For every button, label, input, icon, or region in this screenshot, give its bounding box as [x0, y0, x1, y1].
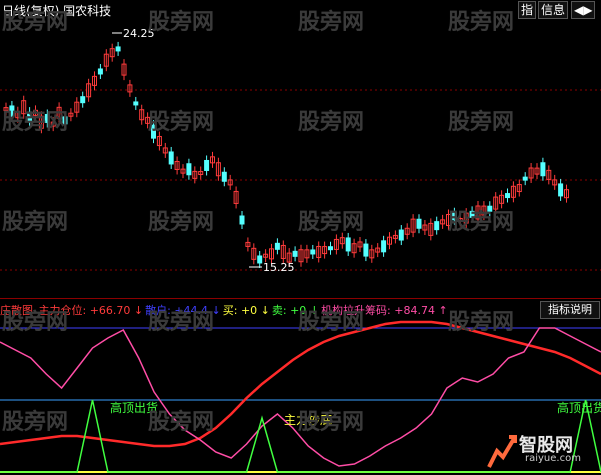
candle — [351, 238, 357, 258]
candle — [404, 223, 410, 240]
candle — [97, 63, 103, 79]
watermark: 股旁网 — [148, 210, 215, 235]
watermark: 股旁网 — [148, 310, 215, 335]
candle — [416, 214, 422, 234]
candle — [274, 238, 280, 255]
candle — [510, 181, 516, 203]
candle — [174, 156, 180, 175]
watermark: 股旁网 — [298, 310, 365, 335]
watermark: 股旁网 — [448, 10, 515, 35]
watermark: 股旁网 — [2, 10, 69, 35]
candle — [534, 163, 540, 180]
candle — [398, 225, 404, 246]
candle — [363, 239, 369, 262]
candle — [251, 243, 257, 265]
candle — [210, 151, 215, 168]
candle — [298, 244, 304, 267]
watermark: 股旁网 — [448, 310, 515, 335]
candle — [505, 188, 510, 203]
logo-subtext: raiyue.com — [525, 453, 581, 464]
candle — [375, 243, 381, 258]
candle — [215, 157, 221, 181]
candle — [133, 96, 139, 110]
candle — [74, 97, 80, 118]
candle — [127, 79, 133, 97]
watermark: 股旁网 — [448, 210, 515, 235]
indicator-item: 买: +0 ↓ — [222, 304, 270, 317]
candle — [115, 41, 121, 56]
candle — [168, 146, 174, 169]
candle — [80, 91, 86, 108]
candle — [516, 179, 522, 197]
candle — [92, 71, 97, 91]
watermark: 股旁网 — [448, 110, 515, 135]
candle — [440, 214, 446, 229]
candle — [564, 184, 569, 203]
candle — [304, 244, 310, 263]
candle — [428, 218, 434, 241]
price-chart[interactable]: 24.25 15.25 — [0, 18, 601, 298]
candle — [162, 142, 168, 158]
candle — [121, 59, 127, 81]
annotation-top-sell-2: 高顶出货 — [557, 400, 601, 415]
candle — [410, 214, 416, 238]
indicator-button[interactable]: 指 — [518, 1, 537, 19]
candle — [221, 167, 227, 187]
candle — [68, 108, 74, 122]
candle — [552, 174, 558, 190]
candle — [546, 165, 552, 185]
watermark: 股旁网 — [298, 410, 365, 435]
candle — [139, 104, 145, 125]
watermark: 股旁网 — [148, 410, 215, 435]
candle — [186, 158, 192, 180]
indicator-help-button[interactable]: 指标说明 — [540, 301, 600, 319]
candle — [322, 241, 328, 259]
candle — [204, 155, 210, 176]
candle — [239, 211, 245, 229]
candle — [245, 237, 251, 252]
candle — [198, 166, 204, 180]
candle — [528, 163, 534, 183]
site-logo: 智股网 raiyue.com — [485, 431, 595, 471]
candle — [316, 241, 322, 263]
candle — [310, 244, 316, 259]
info-button[interactable]: 信息 — [538, 1, 569, 19]
candle — [292, 246, 298, 262]
candle — [387, 232, 392, 250]
candle — [103, 49, 109, 72]
logo-icon — [487, 435, 517, 468]
low-price-label: 15.25 — [249, 261, 295, 274]
nav-arrows[interactable]: ◀▶ — [571, 1, 596, 19]
candle — [422, 220, 428, 236]
watermark: 股旁网 — [2, 210, 69, 235]
watermark: 股旁网 — [2, 110, 69, 135]
candle — [333, 234, 339, 255]
candle — [328, 241, 333, 255]
watermark: 股旁网 — [298, 210, 365, 235]
candle — [227, 174, 233, 190]
candle — [522, 172, 528, 186]
candle — [109, 43, 115, 62]
candle — [369, 244, 375, 263]
watermark: 股旁网 — [148, 10, 215, 35]
candle — [192, 166, 198, 184]
candle — [180, 164, 186, 179]
watermark: 股旁网 — [298, 10, 365, 35]
candle — [280, 240, 286, 264]
candle — [345, 232, 351, 256]
watermark: 股旁网 — [298, 110, 365, 135]
candle — [357, 236, 363, 252]
candle — [540, 157, 546, 181]
candle — [381, 235, 387, 257]
panel-separator — [0, 298, 601, 299]
candle — [257, 250, 263, 268]
watermark: 股旁网 — [148, 110, 215, 135]
watermark: 股旁网 — [2, 310, 69, 335]
svg-text:15.25: 15.25 — [263, 261, 295, 274]
candle — [558, 178, 564, 201]
candle — [434, 216, 440, 235]
candle — [233, 186, 239, 209]
candle — [392, 230, 398, 244]
watermark: 股旁网 — [2, 410, 69, 435]
